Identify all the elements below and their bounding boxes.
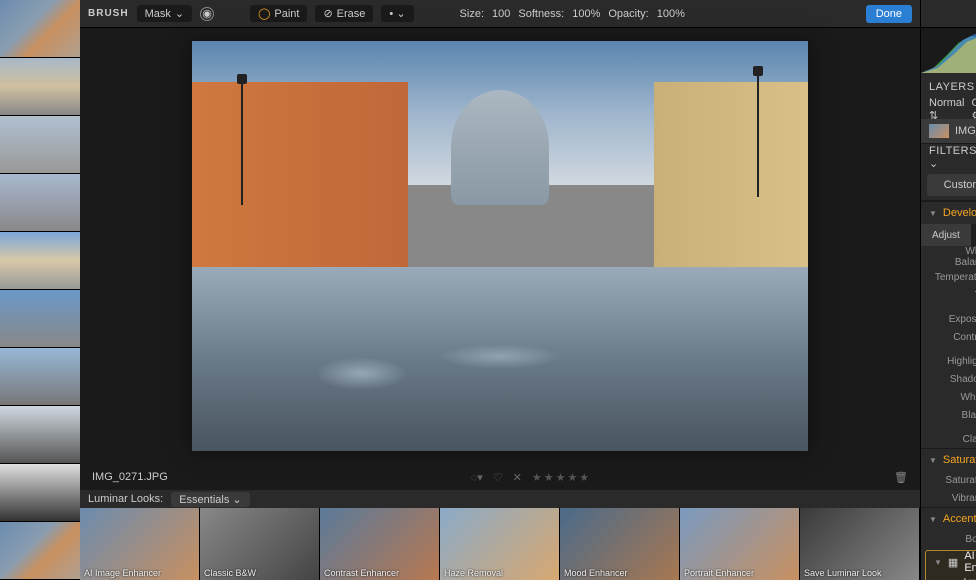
main-area: BRUSH Mask⌄ ◉ ◯ Paint ⊘ Erase • ⌄ Size: 1… [80, 0, 920, 580]
thumbnail[interactable] [0, 174, 80, 232]
softness-value[interactable]: 100% [572, 8, 600, 20]
layer-item[interactable]: IMG_0271.JPG [921, 119, 976, 143]
look-preset[interactable]: Save Luminar Look [800, 508, 920, 580]
main-image [192, 41, 808, 451]
opacity-label: Opacity: [608, 8, 648, 20]
tab-lens[interactable]: Lens [971, 224, 976, 246]
blend-mode-dropdown[interactable]: Normal ⇅ [929, 97, 971, 122]
slider-amount: Amount 71 [926, 573, 976, 580]
softness-label: Softness: [518, 8, 564, 20]
slider-contrast: Contrast 14 [921, 328, 976, 346]
looks-category-dropdown[interactable]: Essentials ⌄ [171, 492, 249, 507]
size-label: Size: [460, 8, 484, 20]
collapse-icon: ▼ [929, 209, 937, 218]
brush-more[interactable]: • ⌄ [381, 5, 413, 22]
slider-exposure: Exposure 0.00 [921, 310, 976, 328]
brush-mask-icon[interactable]: ▦ [948, 556, 958, 569]
layers-header[interactable]: LAYERS ⌄ + [921, 73, 976, 99]
looks-strip: AI Image Enhancer Classic B&W Contrast E… [80, 508, 920, 580]
trash-icon[interactable]: 🗑 [894, 471, 908, 484]
look-preset[interactable]: Mood Enhancer [560, 508, 680, 580]
saturation-panel: ▼Saturation / Vibrance Saturation 0 Vibr… [921, 448, 976, 507]
thumbnail[interactable] [0, 522, 80, 580]
done-button[interactable]: Done [866, 5, 912, 23]
canvas[interactable] [80, 28, 920, 464]
slider-whites: Whites 11 [921, 388, 976, 406]
side-panel: ▣ ↺ ⓘ▾ LAYERS ⌄ + Normal ⇅ Opacity: 100%… [920, 0, 976, 580]
slider-saturation: Saturation 0 [921, 471, 976, 489]
thumbnail[interactable] [0, 464, 80, 522]
slider-highlights: Highlights -48 [921, 352, 976, 370]
thumbnail[interactable] [0, 0, 80, 58]
favorite-icon[interactable]: ♡ [493, 471, 503, 484]
slider-temperature: Temperature 0 [921, 268, 976, 286]
look-preset[interactable]: AI Image Enhancer [80, 508, 200, 580]
look-preset[interactable]: Classic B&W [200, 508, 320, 580]
slider-vibrance: Vibrance 9 [921, 489, 976, 507]
look-preset[interactable]: Haze Removal [440, 508, 560, 580]
filters-header[interactable]: FILTERS ⌄ + Add Filter... [921, 144, 976, 170]
slider-blacks: Blacks -11 [921, 406, 976, 424]
ai-sky-panel: ▼▦AI Sky Enhancer ↻⊗◉ Amount 71 [925, 550, 976, 580]
develop-tabs: Adjust Lens Transform [921, 224, 976, 246]
slider-tint: Tint 0 [921, 286, 976, 304]
layer-thumbnail [929, 124, 949, 138]
opacity-value[interactable]: 100% [657, 8, 685, 20]
slider-clarity: Clarity 0 [921, 430, 976, 448]
chevron-down-icon: ⌄ [175, 7, 184, 20]
side-top-icons: ▣ ↺ ⓘ▾ [921, 0, 976, 28]
rating-stars[interactable]: ★★★★★ [532, 471, 591, 484]
saturation-header[interactable]: ▼Saturation / Vibrance [921, 449, 976, 471]
thumbnail[interactable] [0, 232, 80, 290]
thumbnail[interactable] [0, 348, 80, 406]
erase-button[interactable]: ⊘ Erase [315, 5, 373, 22]
accent-ai-header[interactable]: ▼Accent AI Filter™ [921, 508, 976, 530]
flag-icon[interactable]: ◌▾ [471, 471, 483, 484]
gear-icon[interactable]: ⚙▾ [971, 110, 976, 122]
histogram[interactable] [921, 28, 976, 73]
info-bar: IMG_0271.JPG ◌▾ ♡ ✕ ★★★★★ 🗑 [80, 464, 920, 490]
slider-shadows: Shadows 33 [921, 370, 976, 388]
brush-toolbar: BRUSH Mask⌄ ◉ ◯ Paint ⊘ Erase • ⌄ Size: 1… [80, 0, 920, 28]
thumbnail-strip [0, 0, 80, 580]
thumbnail[interactable] [0, 406, 80, 464]
thumbnail[interactable] [0, 290, 80, 348]
tab-adjust[interactable]: Adjust [921, 224, 971, 246]
accent-ai-panel: ▼Accent AI Filter™ Boost 64 [921, 507, 976, 548]
slider-boost: Boost 64 [921, 530, 976, 548]
ai-sky-header[interactable]: ▼▦AI Sky Enhancer ↻⊗◉ [926, 551, 976, 573]
develop-panel: ▼Develop Adjust Lens Transform White Bal… [921, 201, 976, 448]
thumbnail[interactable] [0, 58, 80, 116]
filename-label: IMG_0271.JPG [92, 471, 168, 483]
mask-dropdown[interactable]: Mask⌄ [137, 5, 193, 22]
look-preset[interactable]: Contrast Enhancer [320, 508, 440, 580]
reject-icon[interactable]: ✕ [513, 471, 522, 484]
look-preset[interactable]: Portrait Enhancer [680, 508, 800, 580]
develop-header[interactable]: ▼Develop [921, 202, 976, 224]
brush-label: BRUSH [88, 8, 129, 19]
workspace-dropdown[interactable]: Custom Workspace ⌄ [927, 174, 976, 196]
thumbnail[interactable] [0, 116, 80, 174]
paint-button[interactable]: ◯ Paint [250, 5, 307, 22]
size-value[interactable]: 100 [492, 8, 510, 20]
layer-name: IMG_0271.JPG [955, 125, 976, 137]
looks-label: Luminar Looks: [88, 493, 163, 505]
visibility-toggle[interactable]: ◉ [200, 7, 214, 21]
wb-label: White Balance [929, 246, 976, 268]
looks-bar: Luminar Looks: Essentials ⌄ [80, 490, 920, 508]
